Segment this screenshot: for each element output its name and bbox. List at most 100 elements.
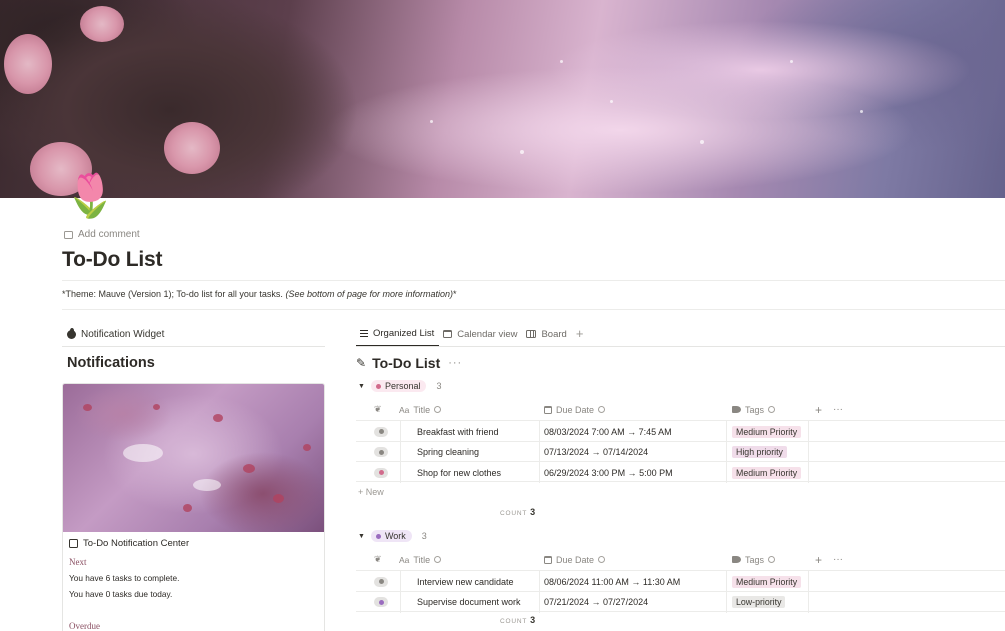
theme-description[interactable]: *Theme: Mauve (Version 1); To-do list fo…: [62, 289, 457, 299]
collapse-toggle-icon[interactable]: ▼: [358, 533, 365, 540]
group-header[interactable]: ▼ Work 3: [358, 530, 427, 542]
status-indicator: [378, 579, 384, 584]
count-footer: COUNT 3: [500, 507, 535, 517]
divider: [62, 280, 1005, 281]
tags-column-header[interactable]: Tags: [732, 399, 776, 420]
column-divider: [400, 591, 401, 613]
divider: [62, 346, 325, 347]
due-date[interactable]: 08/03/2024 7:00 AM → 7:45 AM: [544, 421, 672, 442]
table-row[interactable]: Spring cleaning 07/13/2024 → 07/14/2024 Hi…: [356, 440, 1005, 463]
add-comment-button[interactable]: Add comment: [64, 229, 140, 240]
group-header[interactable]: ▼ Personal 3: [358, 380, 441, 392]
add-view-button[interactable]: +: [572, 327, 588, 346]
tab-label: Organized List: [373, 328, 435, 339]
group-pill: Work: [370, 530, 412, 542]
status-toggle[interactable]: [374, 447, 388, 457]
tag-cell[interactable]: Medium Priority: [732, 462, 802, 483]
add-property-button[interactable]: +: [815, 549, 822, 570]
group-name: Work: [384, 531, 406, 541]
status-column-header[interactable]: ❦: [374, 549, 382, 570]
due-header-label: Due Date: [556, 404, 595, 415]
status-cell[interactable]: [374, 571, 388, 592]
task-title[interactable]: Spring cleaning: [417, 442, 479, 463]
column-divider: [726, 591, 727, 613]
status-toggle[interactable]: [374, 576, 388, 587]
status-indicator: [378, 429, 384, 434]
notification-widget-heading[interactable]: Notification Widget: [67, 328, 164, 340]
tag-icon: [732, 556, 741, 563]
more-options-icon[interactable]: ···: [448, 357, 462, 369]
new-row-button[interactable]: + New: [358, 487, 384, 497]
due-date[interactable]: 06/29/2024 3:00 PM → 5:00 PM: [544, 462, 673, 483]
tags-header-label: Tags: [745, 554, 765, 565]
tag-cell[interactable]: Low-priority: [732, 592, 786, 613]
checklist-icon: ✎: [356, 356, 367, 370]
add-property-button[interactable]: +: [815, 399, 822, 420]
widget-flower: [213, 414, 223, 422]
info-icon: [434, 556, 442, 563]
more-options-icon[interactable]: ···: [833, 399, 843, 420]
divider: [62, 309, 1005, 310]
due-date[interactable]: 08/06/2024 11:00 AM → 11:30 AM: [544, 571, 680, 592]
notification-widget[interactable]: To-Do Notification Center Next You have …: [62, 383, 325, 631]
status-column-header[interactable]: ❦: [374, 399, 382, 420]
collapse-toggle-icon[interactable]: ▼: [358, 383, 365, 390]
page-title[interactable]: To-Do List: [62, 248, 162, 272]
widget-flower: [303, 444, 311, 451]
due-date-column-header[interactable]: Due Date: [544, 549, 606, 570]
tag-cell[interactable]: High priority: [732, 442, 787, 463]
due-date[interactable]: 07/13/2024 → 07/14/2024: [544, 442, 648, 463]
column-divider: [726, 441, 727, 463]
table-row[interactable]: Interview new candidate 08/06/2024 11:00 …: [356, 570, 1005, 592]
add-comment-label: Add comment: [78, 229, 140, 240]
overdue-label: Overdue: [69, 621, 100, 631]
task-title[interactable]: Breakfast with friend: [417, 421, 499, 442]
status-cell[interactable]: [374, 421, 388, 442]
status-toggle[interactable]: [374, 467, 388, 478]
title-column-header[interactable]: Aa Title: [399, 549, 442, 570]
widget-highlight: [193, 479, 221, 491]
widget-flower: [153, 404, 160, 410]
title-column-header[interactable]: Aa Title: [399, 399, 442, 420]
table-row[interactable]: Shop for new clothes 06/29/2024 3:00 PM →…: [356, 461, 1005, 483]
status-toggle[interactable]: [374, 597, 388, 607]
task-title[interactable]: Shop for new clothes: [417, 462, 501, 483]
tab-calendar-view[interactable]: Calendar view: [439, 328, 522, 346]
status-indicator: [378, 599, 384, 605]
due-date[interactable]: 07/21/2024 → 07/27/2024: [544, 592, 648, 613]
tab-board[interactable]: Board: [522, 328, 571, 346]
page-icon[interactable]: 🌷: [64, 170, 116, 222]
view-tabs: Organized List Calendar view Board +: [356, 327, 588, 346]
count-footer: COUNT 3: [500, 615, 535, 625]
tag-cell[interactable]: Medium Priority: [732, 421, 802, 442]
status-indicator: [378, 470, 384, 475]
cover-sparkle: [790, 60, 793, 63]
column-divider: [808, 591, 809, 613]
table-row[interactable]: Breakfast with friend 08/03/2024 7:00 AM …: [356, 420, 1005, 442]
tasks-due-today: You have 0 tasks due today.: [69, 589, 173, 599]
cover-sparkle: [700, 140, 704, 144]
status-cell[interactable]: [374, 592, 388, 613]
task-title[interactable]: Interview new candidate: [417, 571, 514, 592]
task-title[interactable]: Supervise document work: [417, 592, 521, 613]
column-divider: [400, 421, 401, 442]
status-cell[interactable]: [374, 442, 388, 463]
notification-center-title[interactable]: To-Do Notification Center: [69, 538, 189, 549]
table-row[interactable]: Supervise document work 07/21/2024 → 07/2…: [356, 590, 1005, 613]
group-dot: [375, 383, 381, 389]
priority-tag: High priority: [732, 446, 787, 458]
status-cell[interactable]: [374, 462, 388, 483]
title-header-label: Title: [413, 404, 431, 415]
tag-cell[interactable]: Medium Priority: [732, 571, 802, 592]
tab-organized-list[interactable]: Organized List: [356, 328, 440, 346]
more-options-icon[interactable]: ···: [833, 549, 843, 570]
due-date-column-header[interactable]: Due Date: [544, 399, 606, 420]
tab-label: Calendar view: [457, 328, 518, 340]
tags-column-header[interactable]: Tags: [732, 549, 776, 570]
group-dot: [375, 533, 381, 539]
widget-highlight: [123, 444, 163, 462]
info-icon: [434, 406, 442, 413]
database-title[interactable]: ✎ To-Do List ···: [356, 355, 462, 371]
status-toggle[interactable]: [374, 426, 388, 437]
column-divider: [726, 462, 727, 483]
